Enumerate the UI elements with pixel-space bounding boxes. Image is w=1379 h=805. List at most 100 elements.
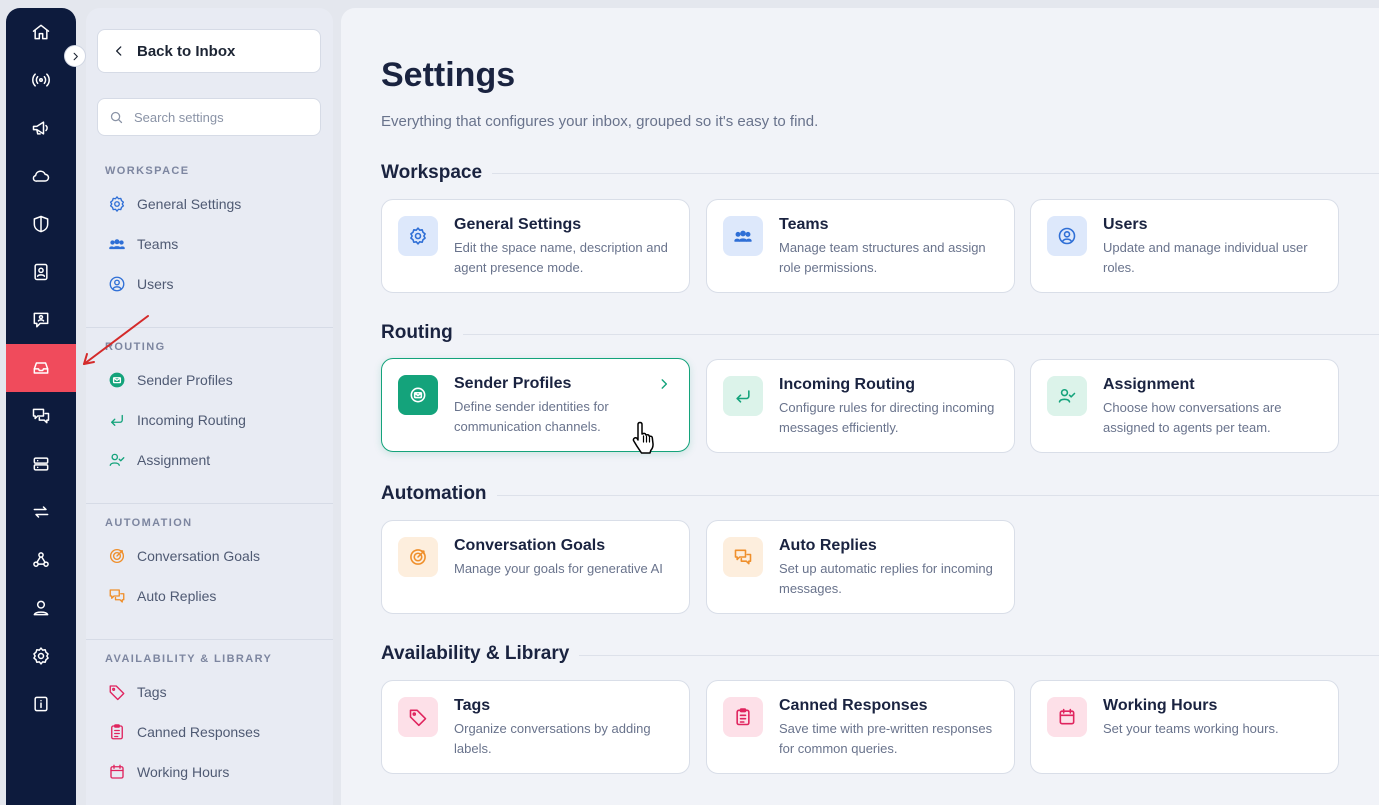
webhook-icon[interactable]: [6, 536, 76, 584]
expand-rail-button[interactable]: [64, 45, 86, 67]
person-icon[interactable]: [6, 584, 76, 632]
return-arrow-icon: [107, 410, 127, 430]
sender-icon: [107, 370, 127, 390]
sidebar-item-label: Canned Responses: [137, 724, 260, 740]
sidebar-item-tags[interactable]: Tags: [107, 680, 167, 704]
sidebar-divider: [86, 327, 333, 328]
card-tags[interactable]: Tags Organize conversations by adding la…: [381, 680, 690, 774]
card-title: Assignment: [1103, 376, 1195, 393]
group-title-availability-library: Availability & Library: [381, 643, 580, 665]
inbox-icon[interactable]: [6, 344, 76, 392]
settings-main: Settings Everything that configures your…: [341, 8, 1379, 805]
card-canned-responses[interactable]: Canned Responses Save time with pre-writ…: [706, 680, 1015, 774]
card-assignment[interactable]: Assignment Choose how conversations are …: [1030, 359, 1339, 453]
card-conversation-goals[interactable]: Conversation Goals Manage your goals for…: [381, 520, 690, 614]
sidebar-item-general-settings[interactable]: General Settings: [107, 192, 241, 216]
chat-bubbles-icon: [723, 537, 763, 577]
info-icon[interactable]: [6, 680, 76, 728]
broadcast-icon[interactable]: [6, 56, 76, 104]
sidebar-item-users[interactable]: Users: [107, 272, 174, 296]
sidebar-section-availability-library: AVAILABILITY & LIBRARY: [105, 653, 273, 665]
gear-icon: [398, 216, 438, 256]
sidebar-item-working-hours[interactable]: Working Hours: [107, 760, 229, 784]
card-general-settings[interactable]: General Settings Edit the space name, de…: [381, 199, 690, 293]
group-divider: [576, 655, 1379, 656]
tag-icon: [107, 682, 127, 702]
chevron-right-icon: [73, 52, 78, 60]
card-title: Auto Replies: [779, 537, 877, 554]
card-description: Set your teams working hours.: [1103, 721, 1279, 736]
card-description: Set up automatic replies for incoming me…: [779, 561, 993, 596]
card-incoming-routing[interactable]: Incoming Routing Configure rules for dir…: [706, 359, 1015, 453]
clipboard-icon: [107, 722, 127, 742]
conversations-icon[interactable]: [6, 392, 76, 440]
chevron-right-icon: [657, 377, 671, 391]
card-description: Manage team structures and assign role p…: [779, 240, 986, 275]
cloud-icon[interactable]: [6, 152, 76, 200]
sidebar-item-label: General Settings: [137, 196, 242, 212]
search-input[interactable]: [134, 109, 304, 125]
sidebar-item-teams[interactable]: Teams: [107, 232, 178, 256]
sidebar-item-label: Users: [137, 276, 174, 292]
group-title-workspace: Workspace: [381, 162, 493, 184]
shield-icon[interactable]: [6, 200, 76, 248]
chevron-left-icon: [116, 46, 122, 56]
sidebar-section-workspace: WORKSPACE: [105, 165, 190, 177]
sidebar-item-label: Working Hours: [137, 764, 230, 780]
user-check-icon: [1047, 376, 1087, 416]
chat-user-icon[interactable]: [6, 296, 76, 344]
calendar-icon: [107, 762, 127, 782]
sidebar-item-auto-replies[interactable]: Auto Replies: [107, 584, 216, 608]
sidebar-section-automation: AUTOMATION: [105, 517, 193, 529]
card-description: Organize conversations by adding labels.: [454, 721, 651, 756]
sidebar-item-conversation-goals[interactable]: Conversation Goals: [107, 544, 260, 568]
megaphone-icon[interactable]: [6, 104, 76, 152]
card-description: Save time with pre-written responses for…: [779, 721, 993, 756]
sidebar-item-label: Teams: [137, 236, 179, 252]
teams-icon: [723, 216, 763, 256]
card-title: Users: [1103, 216, 1148, 233]
back-to-inbox-button[interactable]: Back to Inbox: [97, 29, 321, 73]
chat-bubbles-icon: [107, 586, 127, 606]
card-description: Update and manage individual user roles.: [1103, 240, 1308, 275]
card-description: Manage your goals for generative AI: [454, 561, 663, 576]
card-auto-replies[interactable]: Auto Replies Set up automatic replies fo…: [706, 520, 1015, 614]
card-users[interactable]: Users Update and manage individual user …: [1030, 199, 1339, 293]
card-sender-profiles[interactable]: Sender Profiles Define sender identities…: [381, 358, 690, 452]
server-icon[interactable]: [6, 440, 76, 488]
sidebar-item-assignment[interactable]: Assignment: [107, 448, 210, 472]
sync-icon[interactable]: [6, 488, 76, 536]
user-circle-icon: [107, 274, 127, 294]
search-settings[interactable]: [97, 98, 321, 136]
sidebar-item-sender-profiles[interactable]: Sender Profiles: [107, 368, 233, 392]
sidebar-item-label: Auto Replies: [137, 588, 217, 604]
search-icon: [110, 111, 123, 123]
sidebar-item-incoming-routing[interactable]: Incoming Routing: [107, 408, 246, 432]
card-teams[interactable]: Teams Manage team structures and assign …: [706, 199, 1015, 293]
card-title: Canned Responses: [779, 697, 928, 714]
card-title: Conversation Goals: [454, 537, 606, 554]
card-title: General Settings: [454, 216, 582, 233]
teams-icon: [107, 234, 127, 254]
sidebar-divider: [86, 639, 333, 640]
user-circle-icon: [1047, 216, 1087, 256]
target-icon: [107, 546, 127, 566]
contacts-icon[interactable]: [6, 248, 76, 296]
group-divider: [496, 495, 1379, 496]
group-divider: [461, 334, 1379, 335]
gear-icon: [107, 194, 127, 214]
sidebar-item-label: Tags: [137, 684, 167, 700]
card-description: Configure rules for directing incoming m…: [779, 400, 995, 435]
card-description: Define sender identities for communicati…: [454, 399, 609, 434]
card-working-hours[interactable]: Working Hours Set your teams working hou…: [1030, 680, 1339, 774]
group-title-routing: Routing: [381, 322, 463, 344]
page-subtitle: Everything that configures your inbox, g…: [381, 113, 819, 130]
sidebar-divider: [86, 503, 333, 504]
sidebar-item-canned-responses[interactable]: Canned Responses: [107, 720, 260, 744]
card-title: Teams: [779, 216, 829, 233]
sidebar-item-label: Incoming Routing: [137, 412, 246, 428]
gear-icon[interactable]: [6, 632, 76, 680]
settings-sidebar: Back to Inbox WORKSPACE General Settings…: [86, 8, 333, 805]
card-title: Working Hours: [1103, 697, 1218, 714]
clipboard-icon: [723, 697, 763, 737]
